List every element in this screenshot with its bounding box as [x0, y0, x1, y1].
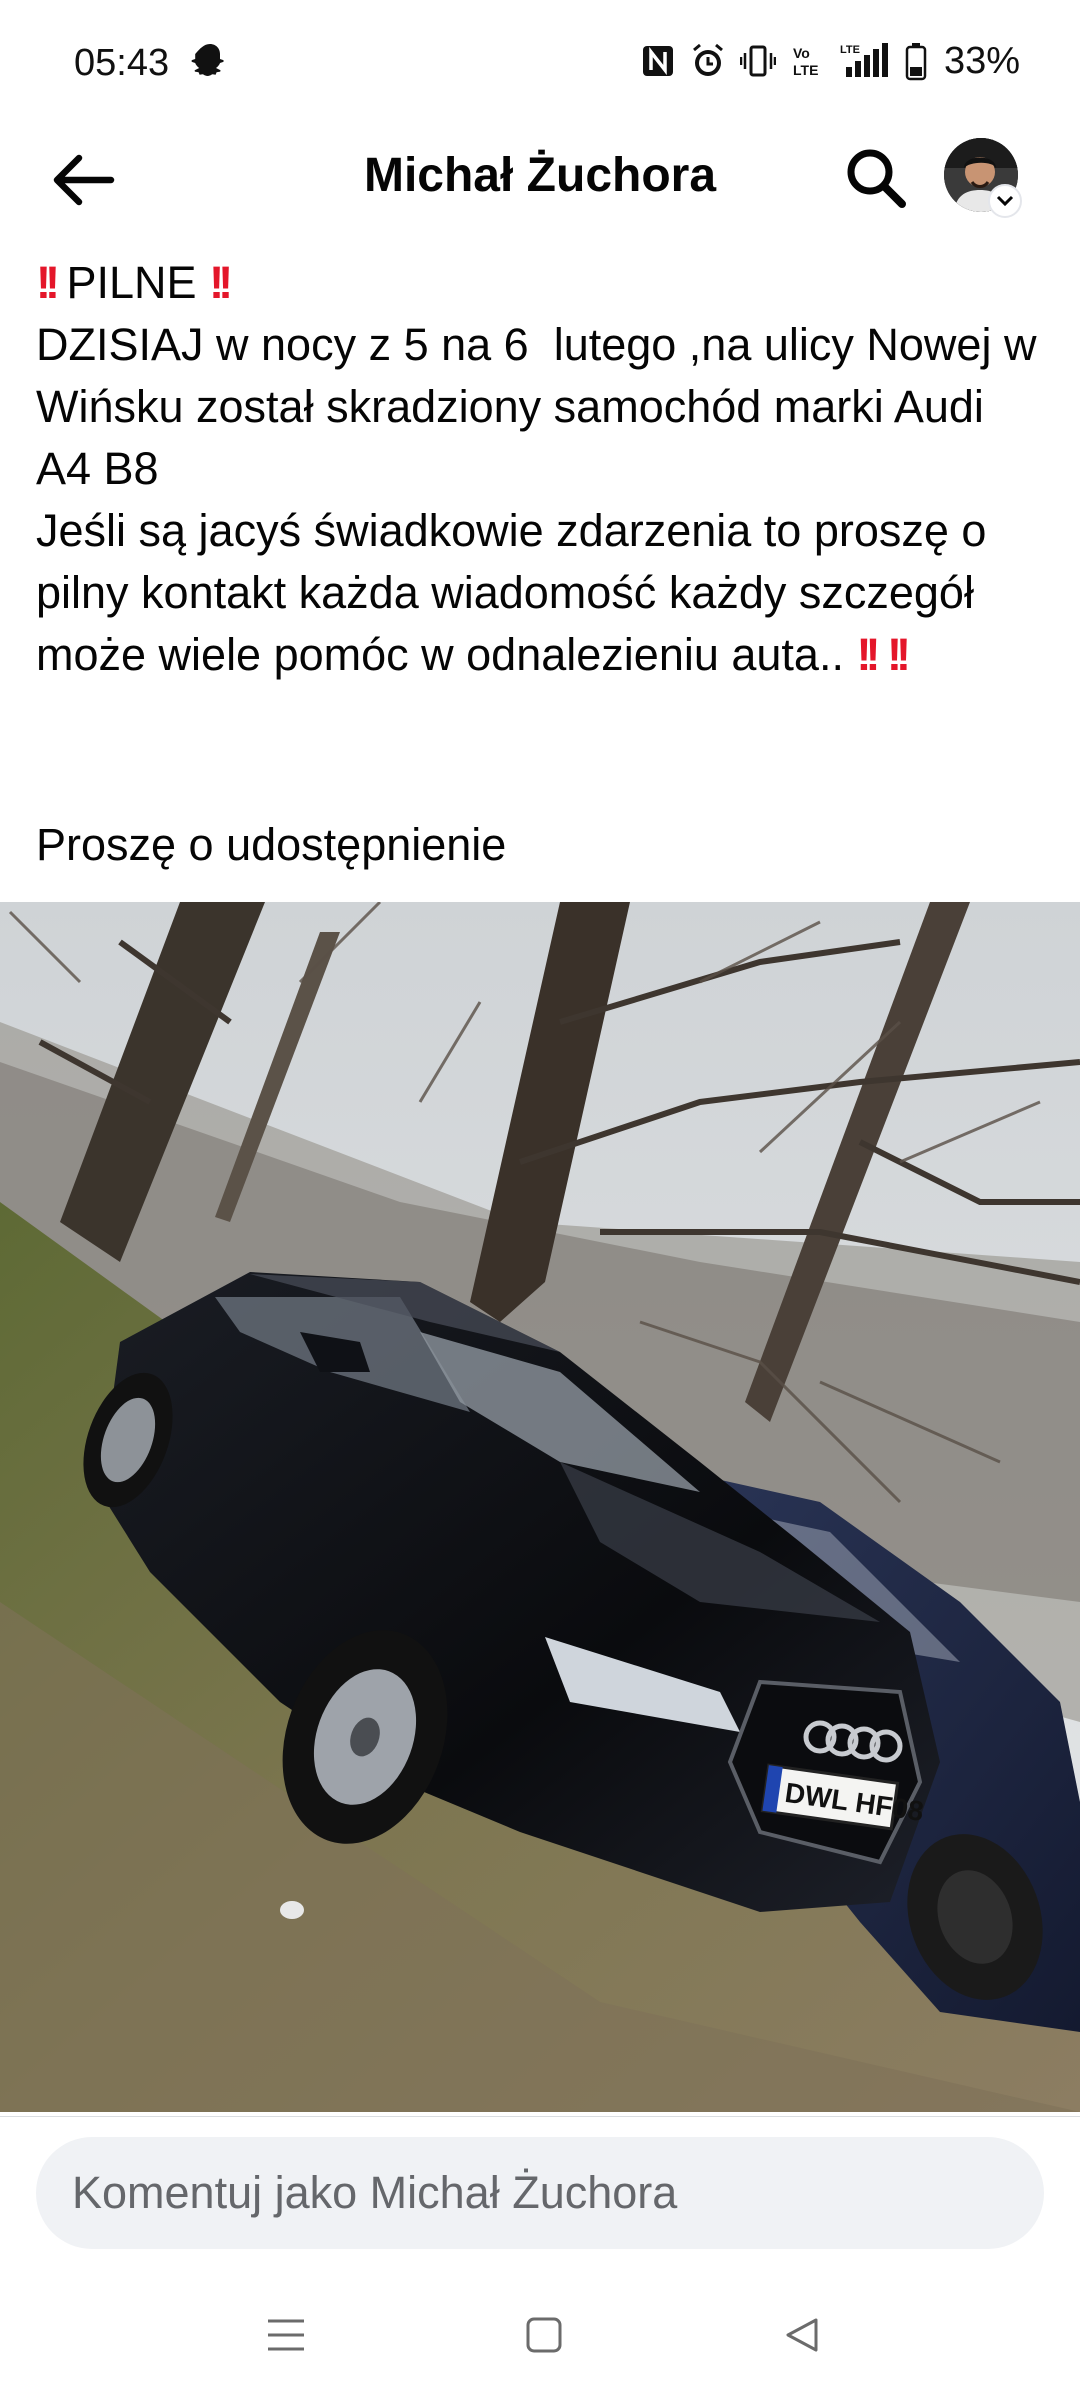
- svg-text:Vo: Vo: [793, 45, 810, 61]
- urgent-line: !! PILNE !!: [36, 252, 1046, 314]
- urgent-label: PILNE: [66, 257, 197, 308]
- svg-text:LTE: LTE: [793, 62, 818, 78]
- double-exclamation-icon: !!: [36, 257, 60, 308]
- status-icons: Vo LTE LTE 33%: [640, 38, 1020, 84]
- status-bar: 05:43 Vo LTE LTE 33%: [0, 0, 1080, 120]
- system-nav-bar: [0, 2270, 1080, 2400]
- post-photo[interactable]: DWL HF08: [0, 902, 1080, 2112]
- battery-percent: 33%: [943, 39, 1020, 82]
- post-paragraph-2-text: Jeśli są jacyś świadkowie zdarzenia to p…: [36, 505, 999, 680]
- page-title: Michał Żuchora: [363, 149, 717, 202]
- menu-icon: [266, 2317, 306, 2358]
- share-request: Proszę o udostępnienie: [36, 819, 507, 870]
- profile-avatar-button[interactable]: [944, 138, 1024, 218]
- alarm-icon: [690, 41, 726, 81]
- snapchat-icon: [190, 40, 230, 80]
- arrow-left-icon: [49, 152, 115, 213]
- double-exclamation-icon: !!: [886, 629, 911, 680]
- search-button[interactable]: [838, 140, 914, 220]
- square-icon: [524, 2315, 564, 2360]
- post-paragraph-1: DZISIAJ w nocy z 5 na 6 lutego ,na ulicy…: [36, 319, 1049, 494]
- triangle-back-icon: [782, 2315, 822, 2360]
- chevron-down-icon: [988, 184, 1022, 218]
- volte-icon: Vo LTE: [790, 41, 826, 81]
- header: Michał Żuchora: [0, 120, 1080, 240]
- vibrate-icon: [739, 41, 777, 81]
- double-exclamation-icon: !!: [209, 257, 233, 308]
- svg-text:LTE: LTE: [840, 44, 860, 56]
- comment-input[interactable]: [36, 2137, 1044, 2249]
- double-exclamation-icon: !!: [856, 629, 880, 680]
- search-icon: [844, 146, 908, 215]
- system-back-button[interactable]: [772, 2310, 832, 2364]
- lte-signal-icon: LTE: [840, 41, 890, 81]
- post-body: !! PILNE !! DZISIAJ w nocy z 5 na 6 lute…: [36, 252, 1046, 686]
- status-time: 05:43: [74, 42, 170, 84]
- home-button[interactable]: [514, 2310, 574, 2364]
- recents-button[interactable]: [256, 2310, 316, 2364]
- back-button[interactable]: [40, 146, 124, 218]
- nfc-icon: [640, 41, 676, 81]
- comment-bar: [0, 2116, 1080, 2267]
- post-paragraph-2: Jeśli są jacyś świadkowie zdarzenia to p…: [36, 500, 1046, 686]
- battery-icon: [904, 41, 928, 81]
